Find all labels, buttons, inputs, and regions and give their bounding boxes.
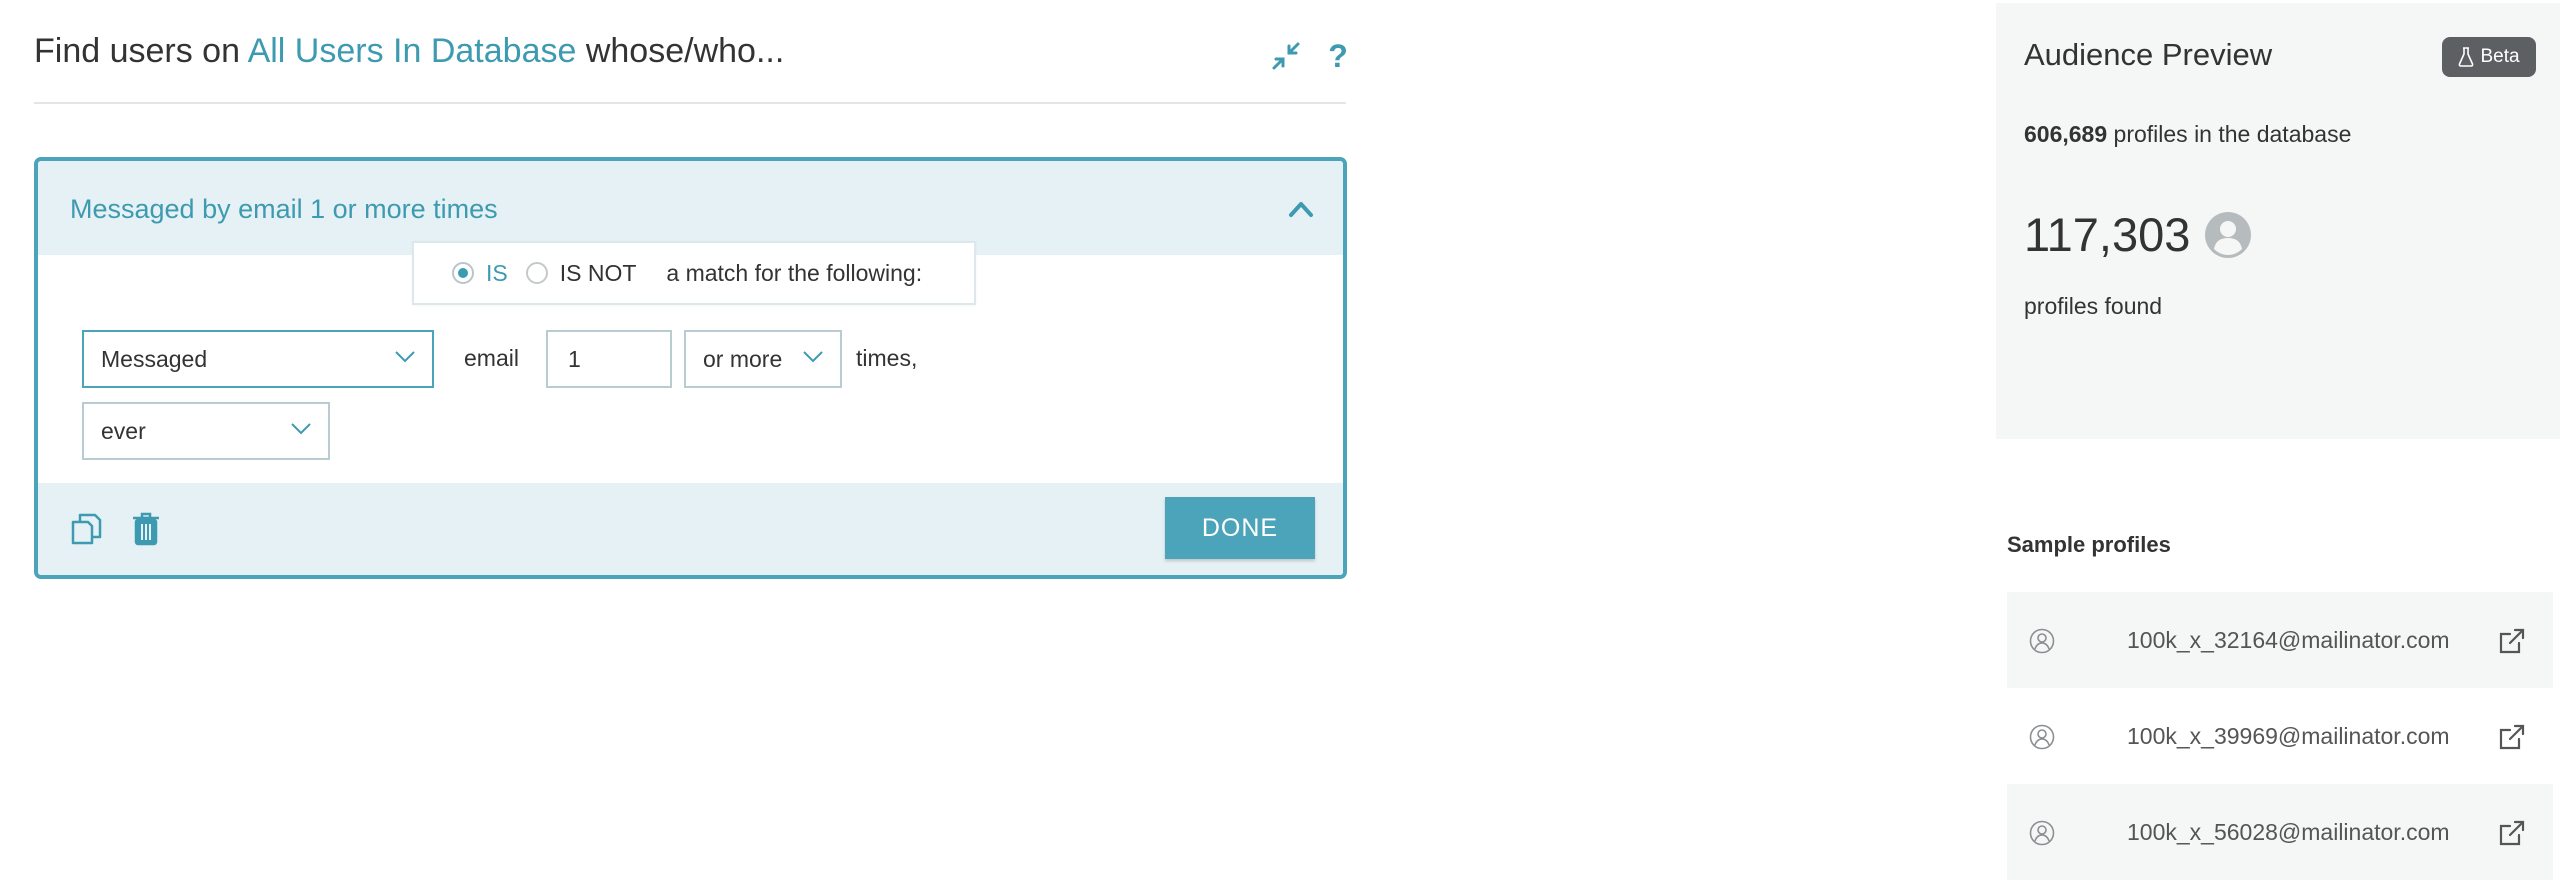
is-radio[interactable] [452,262,474,284]
sample-profile-row: 100k_x_56028@mailinator.com [2007,784,2553,880]
sample-profile-email: 100k_x_56028@mailinator.com [2127,818,2450,845]
query-header: Find users on All Users In Database whos… [34,28,1348,104]
chevron-up-icon[interactable] [1283,191,1319,227]
collapse-icon[interactable] [1266,36,1306,76]
match-text: a match for the following: [666,259,923,286]
sample-profile-email: 100k_x_39969@mailinator.com [2127,722,2450,749]
title-prefix: Find users on [34,32,240,70]
database-count-value: 606,689 [2024,121,2108,147]
times-text: times, [856,345,918,371]
sample-profile-row: 100k_x_39969@mailinator.com [2007,688,2553,784]
person-icon [2029,628,2055,654]
count-input[interactable] [546,330,672,388]
filter-summary: Messaged by email 1 or more times [70,194,498,224]
external-link-icon[interactable] [2497,722,2527,752]
database-count: 606,689 profiles in the database [2024,121,2351,148]
timeframe-select-value: ever [101,417,146,444]
beta-badge: Beta [2442,37,2536,77]
user-avatar-icon [2205,211,2252,258]
action-select-value: Messaged [101,345,208,372]
duplicate-icon[interactable] [66,509,106,549]
beta-label: Beta [2480,46,2520,67]
comparison-select-value: or more [703,345,783,372]
action-select[interactable]: Messaged [82,330,434,388]
filter-card: Messaged by email 1 or more times IS IS … [34,157,1347,579]
help-icon[interactable]: ? [1318,36,1358,76]
trash-icon[interactable] [126,509,166,549]
found-count-row: 117,303 [2024,207,2252,262]
audience-preview-panel: Audience Preview Beta 606,689 profiles i… [1996,3,2560,439]
filter-card-footer: DONE [38,483,1343,575]
database-link[interactable]: All Users In Database [248,32,577,70]
chevron-down-icon [395,351,415,363]
page-title: Find users on All Users In Database whos… [34,32,784,71]
is-not-radio[interactable] [525,262,548,284]
sample-profiles-title: Sample profiles [2007,532,2171,557]
person-icon [2029,724,2055,750]
comparison-select[interactable]: or more [684,330,842,388]
timeframe-select[interactable]: ever [82,402,330,460]
audience-preview-title: Audience Preview [2024,37,2273,72]
match-selector: IS IS NOT a match for the following: [412,241,976,305]
found-label: profiles found [2024,293,2163,319]
found-count: 117,303 [2024,208,2191,261]
database-count-suffix: profiles in the database [2113,121,2352,147]
title-suffix: whose/who... [585,32,785,70]
done-button[interactable]: DONE [1165,497,1315,559]
is-radio-label[interactable]: IS [486,260,508,287]
person-icon [2029,820,2055,846]
sample-profile-row: 100k_x_32164@mailinator.com [2007,592,2553,688]
is-not-radio-label[interactable]: IS NOT [560,260,637,287]
channel-text: email [464,345,519,371]
chevron-down-icon [291,423,311,435]
chevron-down-icon [803,351,823,363]
flask-icon [2459,47,2474,67]
external-link-icon[interactable] [2497,626,2527,656]
sample-profile-email: 100k_x_32164@mailinator.com [2127,626,2450,653]
external-link-icon[interactable] [2497,818,2527,848]
